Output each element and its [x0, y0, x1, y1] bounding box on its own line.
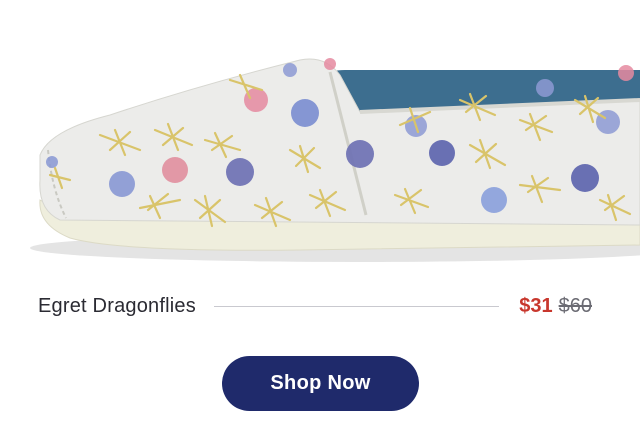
original-price: $60 — [558, 294, 592, 317]
divider-line — [213, 305, 500, 307]
shop-now-button[interactable]: Shop Now — [222, 356, 419, 411]
shoe-illustration — [30, 58, 640, 262]
sale-price: $31 — [519, 294, 553, 317]
product-image[interactable] — [0, 0, 640, 270]
product-name[interactable]: Egret Dragonflies — [38, 295, 196, 318]
product-info-row: Egret Dragonflies $31 $60 — [38, 290, 592, 322]
